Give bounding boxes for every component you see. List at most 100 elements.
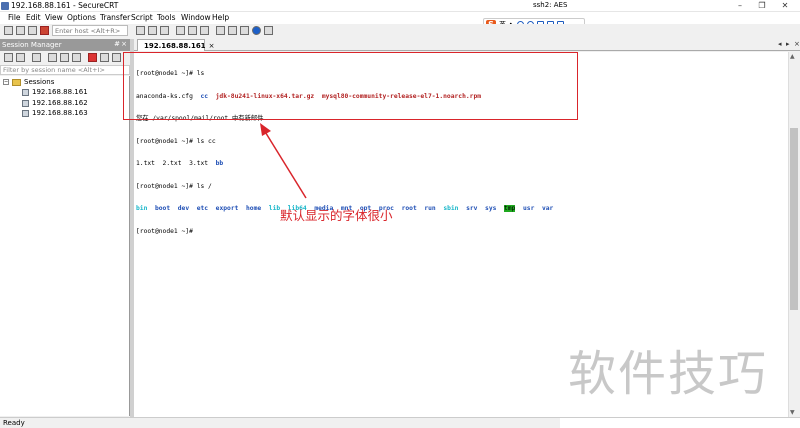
root-dir-home: home bbox=[246, 205, 262, 212]
separator bbox=[189, 205, 197, 212]
copy-icon[interactable] bbox=[136, 26, 145, 35]
help-icon[interactable] bbox=[252, 26, 261, 35]
print-screen-icon[interactable] bbox=[188, 26, 197, 35]
tab-label: 192.168.88.161 bbox=[144, 41, 206, 50]
separator bbox=[458, 205, 466, 212]
paste-icon[interactable] bbox=[72, 53, 81, 62]
tab-strip bbox=[134, 38, 800, 51]
sftp-icon[interactable] bbox=[200, 26, 209, 35]
scrollbar-thumb[interactable] bbox=[790, 128, 798, 310]
tab-scroll-left-icon[interactable]: ◂ bbox=[778, 40, 782, 48]
new-session-icon[interactable] bbox=[112, 53, 121, 62]
options-icon[interactable] bbox=[228, 26, 237, 35]
session-item[interactable]: 192.168.88.163 bbox=[22, 109, 88, 117]
folder-icon bbox=[12, 78, 21, 86]
menu-view[interactable]: View bbox=[45, 13, 63, 22]
disconnect-icon[interactable] bbox=[40, 26, 49, 35]
collapse-icon[interactable]: − bbox=[3, 79, 9, 85]
status-connection: ssh2: AES bbox=[533, 1, 568, 9]
menu-script[interactable]: Script bbox=[131, 13, 153, 22]
separator bbox=[261, 205, 269, 212]
menu-file[interactable]: File bbox=[8, 13, 21, 22]
terminal-line: 1.txt 2.txt 3.txt bb bbox=[136, 160, 553, 168]
host-input[interactable]: Enter host <Alt+R> bbox=[52, 25, 128, 36]
separator bbox=[208, 205, 216, 212]
menu-help[interactable]: Help bbox=[212, 13, 229, 22]
session-manager-title: Session Manager bbox=[2, 41, 62, 49]
pin-icon[interactable]: # bbox=[114, 40, 120, 48]
root-dir-bin: bin bbox=[136, 205, 148, 212]
scroll-up-icon[interactable]: ▲ bbox=[790, 53, 795, 60]
securecrt-window: 192.168.88.161 - SecureCRT – ❐ ✕ File Ed… bbox=[0, 0, 800, 428]
paste-icon[interactable] bbox=[148, 26, 157, 35]
tree-root-label: Sessions bbox=[24, 78, 55, 86]
root-dir-boot: boot bbox=[154, 205, 171, 212]
tab-close-all-icon[interactable]: × bbox=[794, 40, 800, 48]
session-icon bbox=[22, 88, 29, 96]
new-folder-icon[interactable] bbox=[32, 53, 41, 62]
watermark: 软件技巧 bbox=[568, 346, 769, 402]
annotation-note: 默认显示的字体很小 bbox=[280, 208, 393, 223]
menu-edit[interactable]: Edit bbox=[26, 13, 41, 22]
tree-root-sessions[interactable]: − Sessions bbox=[3, 78, 54, 86]
root-dir-tmp: tmp bbox=[504, 205, 516, 212]
separator bbox=[394, 205, 402, 212]
menu-transfer[interactable]: Transfer bbox=[100, 13, 130, 22]
session-toolbar bbox=[134, 24, 800, 38]
session-item[interactable]: 192.168.88.162 bbox=[22, 99, 88, 107]
root-dir-srv: srv bbox=[466, 205, 478, 212]
securecrt-app-icon bbox=[1, 2, 9, 10]
title-bar: 192.168.88.161 - SecureCRT – ❐ ✕ bbox=[0, 0, 800, 12]
session-manager-toolbar bbox=[0, 52, 130, 64]
close-window-icon[interactable]: ✕ bbox=[778, 1, 792, 11]
separator bbox=[147, 205, 155, 212]
delete-icon[interactable] bbox=[88, 53, 97, 62]
find-icon[interactable] bbox=[160, 26, 169, 35]
separator bbox=[238, 205, 246, 212]
tab-scroll-right-icon[interactable]: ▸ bbox=[786, 40, 790, 48]
session-icon bbox=[22, 109, 29, 117]
session-tree: − Sessions 192.168.88.161 192.168.88.162… bbox=[0, 76, 130, 416]
connect-session-icon[interactable] bbox=[4, 53, 13, 62]
properties-icon[interactable] bbox=[100, 53, 109, 62]
separator bbox=[515, 205, 523, 212]
session-manager-header: Session Manager # × bbox=[0, 39, 130, 51]
print-icon[interactable] bbox=[176, 26, 185, 35]
copy-icon[interactable] bbox=[60, 53, 69, 62]
minimize-icon[interactable]: – bbox=[733, 1, 747, 11]
root-dir-etc: etc bbox=[196, 205, 209, 212]
separator bbox=[170, 205, 178, 212]
root-dir-root: root bbox=[401, 205, 417, 212]
session-filter-input[interactable]: Filter by session name <Alt+I> bbox=[0, 65, 130, 75]
terminal-line: [root@node1 ~]# bbox=[136, 227, 193, 235]
menu-tools[interactable]: Tools bbox=[157, 13, 175, 22]
session-tab[interactable]: 192.168.88.161 × bbox=[137, 39, 214, 51]
scroll-down-icon[interactable]: ▼ bbox=[790, 409, 795, 416]
connect-icon[interactable] bbox=[4, 26, 13, 35]
connect-session-tab-icon[interactable] bbox=[16, 53, 25, 62]
annotation-highlight-box bbox=[123, 52, 578, 120]
menu-options[interactable]: Options bbox=[67, 13, 96, 22]
root-dir-sys: sys bbox=[485, 205, 497, 212]
status-bar-blank bbox=[560, 418, 800, 428]
maximize-icon[interactable]: ❐ bbox=[755, 1, 769, 11]
root-dir-lib: lib bbox=[268, 205, 281, 212]
quick-connect-icon[interactable] bbox=[16, 26, 25, 35]
terminal-line: [root@node1 ~]# ls / bbox=[136, 182, 212, 190]
status-text: Ready bbox=[3, 419, 25, 427]
keymap-icon[interactable] bbox=[240, 26, 249, 35]
about-icon[interactable] bbox=[264, 26, 273, 35]
connect-tab-icon[interactable] bbox=[28, 26, 37, 35]
session-item[interactable]: 192.168.88.161 bbox=[22, 88, 88, 96]
session-icon bbox=[22, 99, 29, 107]
file-list: 1.txt 2.txt 3.txt bbox=[136, 160, 216, 167]
session-label: 192.168.88.161 bbox=[32, 88, 88, 96]
menu-window[interactable]: Window bbox=[181, 13, 211, 22]
close-panel-icon[interactable]: × bbox=[121, 40, 127, 48]
root-dir-run: run bbox=[424, 205, 436, 212]
tab-close-icon[interactable]: × bbox=[209, 42, 215, 50]
cut-icon[interactable] bbox=[48, 53, 57, 62]
root-dir-export: export bbox=[215, 205, 239, 212]
menu-bar: File Edit View Options Transfer Script T… bbox=[0, 12, 800, 24]
settings-icon[interactable] bbox=[216, 26, 225, 35]
